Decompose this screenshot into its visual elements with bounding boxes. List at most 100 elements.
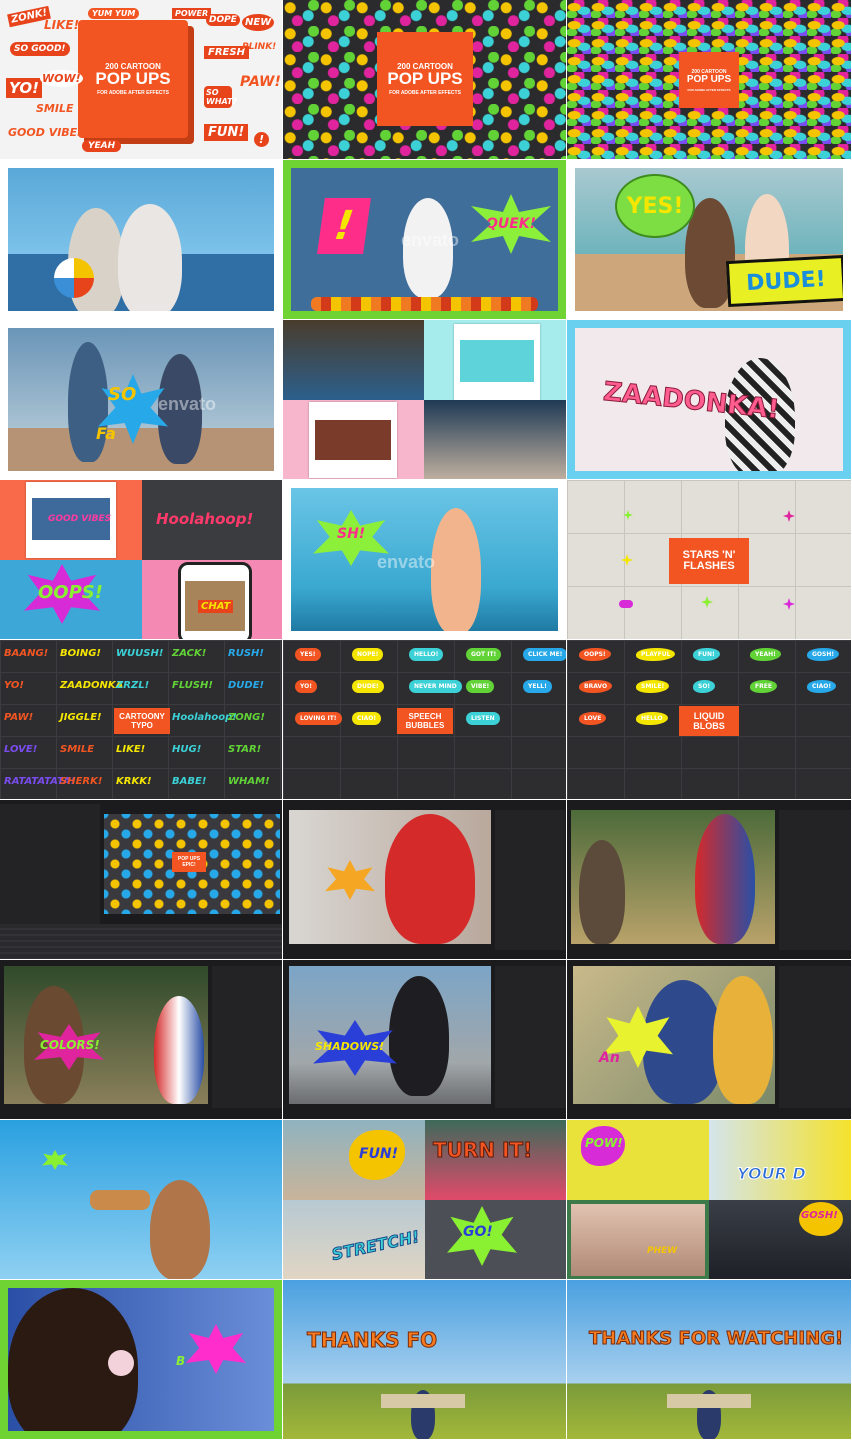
sticker: PLINK! — [242, 42, 277, 52]
tile-dense-collection[interactable]: 200 CARTOON POP UPS FOR ADOBE AFTER EFFE… — [567, 0, 852, 160]
quad-orange: GOOD VIBES — [0, 480, 142, 560]
product-box: 200 CARTOON POP UPS FOR ADOBE AFTER EFFE… — [377, 32, 473, 126]
tile-social-mix[interactable]: GOOD VIBES Hoolahoop! OOPS! CHAT — [0, 480, 283, 640]
sticker: WOW! — [40, 70, 83, 87]
tile-speech-bubbles[interactable]: YES! NOPE! HELLO! GOT IT! CLICK ME! YO! DUDE! N… — [283, 640, 567, 800]
sticker: LIKE! — [44, 18, 80, 32]
dude-banner: DUDE! — [725, 254, 843, 308]
viewer-photo: COLORS! — [4, 966, 208, 1104]
tile-dark-collection[interactable]: 200 CARTOON POP UPS FOR ADOBE AFTER EFFE… — [283, 0, 567, 160]
exclamation-text: ! — [331, 203, 357, 249]
tile-girl-beach[interactable]: SH! envato — [283, 480, 567, 640]
liquid-blob: HELLO — [636, 712, 668, 725]
tile-ae-colors[interactable]: COLORS! — [0, 960, 283, 1120]
flash — [42, 1150, 68, 1170]
sticker: FUN! — [204, 124, 249, 141]
speech-bubble: HELLO! — [409, 648, 444, 661]
typo-word: SHERK! — [60, 776, 103, 787]
bubble — [108, 1350, 134, 1376]
tile-thanks-partial[interactable]: THANKS FO — [283, 1280, 567, 1440]
sticker: OOPS! — [38, 582, 103, 603]
label-line-1: SPEECH — [408, 712, 442, 721]
tile-kid-airplane[interactable] — [0, 1120, 283, 1280]
watermark: envato — [401, 230, 460, 250]
photo-girl-beach: SH! envato — [291, 488, 558, 631]
viewer-photo: An — [573, 966, 775, 1104]
speech-bubble: YELL! — [523, 680, 552, 693]
speech-bubble: NOPE! — [352, 648, 384, 661]
tile-thanks-full[interactable]: THANKS FOR WATCHING! — [567, 1280, 852, 1440]
tile-friends-van[interactable]: YES! DUDE! — [567, 160, 852, 320]
sticker: STRETCH! — [329, 1226, 422, 1265]
liquid-blob: SO! — [693, 680, 716, 693]
thanks-text: THANKS FOR WATCHING! — [588, 1328, 844, 1350]
cardboard-wings — [381, 1394, 465, 1408]
burst-text: SH! — [337, 526, 366, 542]
tile-pow-quad[interactable]: POW! YOUR D PHEW GOSH! — [567, 1120, 852, 1280]
tile-beach-family[interactable] — [0, 160, 283, 320]
tile-girl-bubblegum[interactable]: B — [0, 1280, 283, 1440]
category-label: STARS 'N' FLASHES — [669, 538, 749, 584]
sticker: PAW! — [240, 74, 281, 90]
label-line-2: BLOBS — [693, 721, 725, 731]
liquid-blob: OOPS! — [579, 648, 611, 661]
timeline-panel — [0, 924, 282, 959]
typo-word: LOVE! — [4, 744, 38, 755]
liquid-blob: FUN! — [693, 648, 720, 661]
tile-ae-skater[interactable]: SHADOWS! — [283, 960, 567, 1120]
tile-liquid-blobs[interactable]: OOPS! PLAYFUL FUN! YEAH! GOSH! BRAVO SMILE! SO!… — [567, 640, 852, 800]
face-photo — [571, 1204, 705, 1276]
burst-text: COLORS! — [40, 1038, 100, 1052]
person — [695, 814, 755, 944]
sticker: YOUR D — [737, 1164, 807, 1184]
label-line-2: BUBBLES — [405, 721, 445, 730]
label-line-1: CARTOONY — [119, 712, 165, 721]
tile-zaadonka[interactable]: ZAADONKA! — [567, 320, 852, 480]
quad-car — [283, 320, 424, 400]
sticker: FUN! — [359, 1146, 399, 1162]
beach-ball — [54, 258, 94, 298]
tile-product-box[interactable]: 200 CARTOON POP UPS FOR ADOBE AFTER EFFE… — [0, 0, 283, 160]
typo-word: SMILE — [60, 744, 95, 755]
quad-door: YOUR D — [709, 1120, 851, 1200]
effects-panel — [779, 966, 851, 1108]
tile-kid-pineapple[interactable]: ! QUEK! envato — [283, 160, 567, 320]
instagram-card — [309, 402, 397, 478]
box-big-text: POP UPS — [95, 69, 171, 88]
sticker: TURN IT! — [432, 1138, 533, 1163]
effects-panel — [495, 966, 566, 1108]
liquid-blob: PLAYFUL — [636, 648, 676, 661]
tile-fun-quad[interactable]: FUN! TURN IT! STRETCH! GO! — [283, 1120, 567, 1280]
tile-ae-couple-park[interactable] — [567, 800, 852, 960]
sticker: GOOD VIBES — [8, 126, 86, 139]
quad-phone: CHAT — [142, 560, 282, 639]
project-panel — [0, 804, 100, 924]
box-sub-text: FOR ADOBE AFTER EFFECTS — [389, 90, 461, 96]
tile-cartoony-typo[interactable]: BAANG! BOING! WUUSH! ZACK! RUSH! YO! ZAADONKA Z… — [0, 640, 283, 800]
tile-ae-woman-laugh[interactable]: An — [567, 960, 852, 1120]
category-label: LIQUID BLOBS — [679, 706, 739, 736]
toy-plane — [90, 1190, 150, 1210]
burst-text-2: Fa — [96, 424, 116, 443]
typo-word: FLUSH! — [172, 680, 213, 691]
person — [389, 976, 449, 1096]
tile-stars-flashes[interactable]: STARS 'N' FLASHES — [567, 480, 852, 640]
sticker: YO! — [6, 78, 42, 98]
typo-word: ZAADONKA — [60, 680, 124, 691]
quad-skater — [424, 400, 566, 479]
quad-face: PHEW — [567, 1200, 709, 1279]
sticker: DOPE — [206, 14, 240, 26]
speech-bubble: GOT IT! — [466, 648, 502, 661]
sticker: GO! — [463, 1224, 493, 1240]
quad-mint — [424, 320, 566, 400]
product-box: 200 CARTOON POP UPS FOR ADOBE AFTER EFFE… — [78, 20, 188, 138]
orange-burst — [325, 860, 375, 900]
tile-ae-woman-red[interactable] — [283, 800, 567, 960]
tile-running-couple[interactable]: SO Fa envato — [0, 320, 283, 480]
tile-social-quad[interactable] — [283, 320, 567, 480]
speech-bubble: CLICK ME! — [523, 648, 566, 661]
effects-panel — [212, 966, 282, 1108]
tile-ae-project[interactable]: POP UPS EPIC! — [0, 800, 283, 960]
sticker: Hoolahoop! — [156, 510, 254, 528]
liquid-blob: CIAO! — [807, 680, 837, 693]
